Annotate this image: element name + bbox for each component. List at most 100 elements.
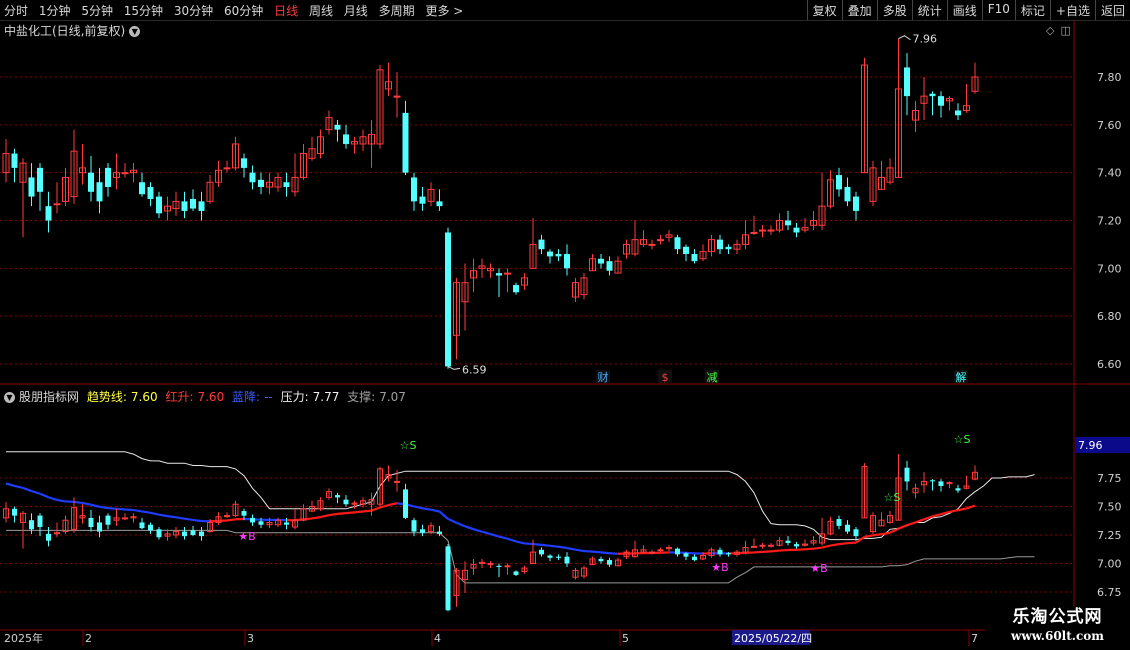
trend-line-segment — [847, 541, 857, 545]
price-candle-up — [393, 95, 401, 98]
price-candle-down — [513, 285, 519, 293]
price-candle-up — [750, 231, 758, 234]
indicator-candle-up — [122, 517, 128, 520]
price-tick-label: 7.40 — [1097, 167, 1122, 180]
indicator-candle-down — [496, 565, 502, 567]
indicator-candle-down — [437, 531, 442, 534]
trend-line-segment — [438, 510, 449, 520]
trend-line-segment — [116, 507, 126, 511]
indicator-candle-down — [930, 480, 935, 482]
indicator-candle-down — [955, 488, 961, 491]
sell-signal-marker: ☆S — [954, 433, 971, 446]
trend-line-segment — [22, 486, 32, 493]
price-candle-up — [504, 272, 511, 275]
price-candle-down — [283, 182, 290, 188]
trend-line-segment — [226, 518, 236, 522]
indicator-candle-up — [54, 532, 60, 535]
price-candle-down — [955, 110, 961, 116]
indicator-candle-down — [938, 481, 944, 486]
price-candle-down — [674, 237, 681, 250]
price-tick-label: 6.60 — [1097, 358, 1122, 371]
trend-line-segment — [158, 513, 168, 518]
indicator-candle-up — [759, 544, 766, 547]
trend-line-segment — [430, 508, 440, 513]
trend-line-segment — [949, 509, 959, 513]
trend-line-segment — [345, 511, 355, 515]
trend-line-segment — [507, 537, 517, 543]
price-candle-down — [28, 177, 35, 197]
price-candle-up — [121, 172, 129, 175]
support-value: 7.07 — [379, 390, 406, 404]
price-candle-down — [793, 227, 800, 233]
indicator-tick-label: 7.75 — [1097, 472, 1122, 485]
indicator-candle-up — [649, 551, 655, 554]
price-candle-down — [249, 172, 256, 183]
sell-signal-marker: ☆S — [400, 439, 417, 452]
price-tick-label: 7.80 — [1097, 71, 1122, 84]
indicator-candle-down — [564, 556, 570, 564]
chevron-down-icon[interactable]: ▼ — [4, 392, 15, 403]
indicator-candle-down — [692, 556, 697, 561]
low-pointer — [447, 365, 461, 370]
trend-line-segment — [73, 500, 83, 505]
indicator-name[interactable]: 股朋指标网 — [19, 390, 79, 404]
indicator-candle-down — [556, 556, 561, 558]
price-candle-down — [598, 258, 604, 264]
price-candle-down — [938, 96, 944, 106]
indicator-candle-down — [598, 558, 604, 562]
indicator-candle-down — [190, 530, 196, 535]
price-candle-down — [844, 187, 851, 202]
trend-line-segment — [575, 548, 585, 553]
trend-line-segment — [48, 496, 58, 501]
indicator-candle-down — [547, 555, 553, 558]
trend-line-segment — [354, 510, 364, 514]
indicator-candle-down — [139, 522, 145, 529]
price-candle-up — [648, 243, 656, 246]
indicator-candle-down — [785, 540, 791, 543]
event-marker: 减 — [707, 371, 718, 384]
price-candle-down — [436, 201, 443, 207]
trend-line-segment — [779, 548, 789, 552]
price-tick-label: 7.60 — [1097, 119, 1122, 132]
indicator-candle-up — [224, 515, 230, 518]
indicator-candle-down — [420, 529, 425, 533]
trend-line-segment — [830, 543, 840, 547]
trend-line-segment — [56, 498, 66, 503]
month-label: 3 — [247, 632, 254, 645]
price-candle-down — [496, 273, 502, 276]
trend-line-segment — [90, 503, 100, 508]
event-marker: 解 — [956, 370, 967, 384]
indicator-candle-up — [657, 549, 664, 552]
trend-line-segment — [39, 492, 49, 499]
price-candle-up — [53, 203, 61, 206]
sell-signal-marker: ☆S — [884, 491, 901, 504]
trend-line-segment — [167, 515, 177, 519]
trend-line-segment — [447, 517, 457, 524]
trend-line-segment — [303, 517, 313, 521]
price-candle-down — [725, 246, 732, 250]
trend-line-segment — [31, 489, 41, 495]
indicator-candle-down — [853, 529, 859, 537]
red-value: 7.60 — [197, 390, 225, 404]
trend-line-segment — [957, 507, 967, 512]
indicator-candle-down — [88, 517, 94, 528]
price-chart[interactable]: 7.80 7.60 7.40 7.20 7.00 6.80 6.60 7.75 7.50 7.25… — [0, 0, 1130, 650]
trend-line-segment — [872, 533, 882, 537]
trend-line-segment — [609, 552, 619, 555]
trend-line-segment — [192, 518, 202, 523]
price-candle-down — [836, 175, 842, 190]
price-tick-label: 7.20 — [1097, 215, 1122, 228]
indicator-candle-down — [411, 520, 417, 532]
indicator-candle-down — [607, 560, 612, 565]
trend-line-segment — [583, 549, 593, 553]
price-candle-down — [717, 239, 723, 250]
price-candle-down — [181, 201, 188, 211]
indicator-tick-label: 6.75 — [1097, 586, 1122, 599]
price-candle-down — [45, 206, 52, 221]
trend-line-segment — [915, 518, 925, 524]
trend-line-segment — [813, 546, 823, 550]
year-label: 2025年 — [4, 631, 43, 645]
indicator-tick-label: 7.25 — [1097, 529, 1122, 542]
trend-line-segment — [371, 506, 381, 512]
indicator-candle-down — [335, 495, 340, 498]
